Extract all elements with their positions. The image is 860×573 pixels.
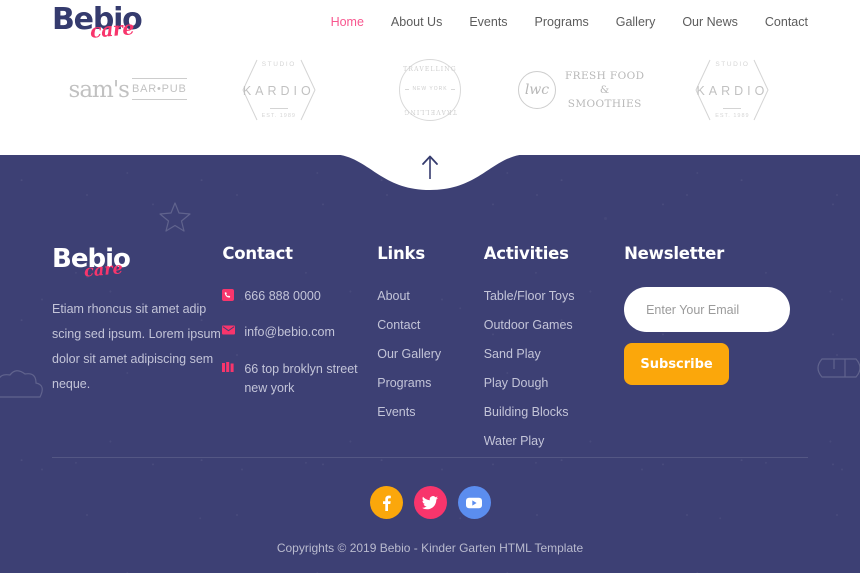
brand-logo-new-york-badge[interactable]: TRAVELLING NEW YORK TRAVELLING [354,59,505,121]
brand-kardio-name-1: KARDIO [242,84,315,98]
footer-social-links [0,486,860,519]
nav-item-events[interactable]: Events [469,15,507,29]
map-marker-icon [222,360,235,373]
footer-newsletter-title: Newsletter [624,244,725,263]
list-item[interactable]: Programs [377,374,483,392]
nav-item-gallery[interactable]: Gallery [616,15,656,29]
list-item[interactable]: Table/Floor Toys [484,287,624,305]
footer-column-newsletter: Newsletter Subscribe [624,244,808,461]
footer-about-text: Etiam rhoncus sit amet adip scing sed ip… [52,302,221,391]
brand-fresh-line1: FRESH FOOD [564,69,645,82]
footer-contact-email[interactable]: info@bebio.com [222,323,377,342]
footer-contact-address[interactable]: 66 top broklyn street new york [222,360,377,399]
list-item[interactable]: Sand Play [484,345,624,363]
footer-link-contact[interactable]: Contact [377,318,420,332]
envelope-icon [222,323,236,335]
scroll-to-top-button[interactable] [0,154,860,180]
footer-link-programs[interactable]: Programs [377,376,431,390]
footer-divider [52,457,808,458]
footer-link-events[interactable]: Events [377,405,415,419]
footer-copyright: Copyrights © 2019 Bebio - Kinder Garten … [276,541,584,555]
main-navigation: Home About Us Events Programs Gallery Ou… [331,15,808,29]
nav-item-home[interactable]: Home [331,15,364,29]
footer-activity-water-play[interactable]: Water Play [484,434,545,448]
footer-links-list: About Contact Our Gallery Programs Event… [377,287,483,421]
list-item[interactable]: Outdoor Games [484,316,624,334]
list-item[interactable]: Play Dough [484,374,624,392]
list-item[interactable]: Water Play [484,432,624,450]
twitter-bird-icon [422,495,438,509]
social-link-facebook[interactable] [369,486,403,519]
newsletter-email-input[interactable] [624,287,791,332]
brand-ny-rule-left [405,88,410,90]
brand-fresh-line2: & [599,83,610,96]
brand-ny-top: TRAVELLING [403,66,457,73]
brand-ny-mid: NEW YORK [412,86,448,92]
brand-kardio-rule-2 [723,108,742,109]
footer-contact-email-text: info@bebio.com [244,325,335,340]
social-link-twitter[interactable] [413,486,447,519]
nav-item-contact[interactable]: Contact [765,15,808,29]
footer-logo-sub: care [83,258,124,281]
facebook-icon [382,495,391,511]
list-item[interactable]: About [377,287,483,305]
site-header: Bebio care Home About Us Events Programs… [0,0,860,43]
brand-kardio-top-2: STUDIO [715,61,750,68]
brand-sams-name: sam's [68,77,130,103]
list-item[interactable]: Events [377,403,483,421]
brand-ny-bottom: TRAVELLING [403,108,457,115]
site-footer: Bebio care Etiam rhoncus sit amet adip s… [0,155,860,573]
footer-link-about[interactable]: About [377,289,410,303]
footer-contact-title: Contact [222,244,293,263]
footer-activity-play-dough[interactable]: Play Dough [484,376,549,390]
footer-column-about: Bebio care Etiam rhoncus sit amet adip s… [52,244,222,461]
phone-icon [222,287,235,301]
brand-logo-fresh-food-smoothies[interactable]: lwc FRESH FOOD & SMOOTHIES [506,69,657,112]
footer-column-contact: Contact 666 888 0000 info@bebio.com 66 t… [222,244,377,461]
brand-kardio-top-1: STUDIO [261,61,296,68]
brand-logo-kardio-1[interactable]: STUDIO KARDIO EST. 1989 [203,58,354,122]
footer-column-links: Links About Contact Our Gallery Programs… [377,244,483,461]
footer-contact-address-text: 66 top broklyn street new york [244,361,358,396]
footer-contact-phone[interactable]: 666 888 0000 [222,287,377,306]
footer-links-title: Links [377,244,425,263]
brand-kardio-est-1: EST. 1989 [261,113,296,119]
footer-activities-list: Table/Floor Toys Outdoor Games Sand Play… [484,287,624,450]
list-item[interactable]: Building Blocks [484,403,624,421]
brand-logo-kardio-2[interactable]: STUDIO KARDIO EST. 1989 [657,58,808,122]
nav-item-about-us[interactable]: About Us [391,15,442,29]
footer-logo[interactable]: Bebio care [52,244,222,281]
social-link-youtube[interactable] [457,486,491,519]
newsletter-subscribe-button[interactable]: Subscribe [624,343,730,385]
brand-logo-sams-bar-pub[interactable]: sam's BAR•PUB [52,78,203,102]
brand-fresh-monogram: lwc [517,70,556,109]
brand-ny-rule-right [450,88,456,90]
footer-activity-outdoor-games[interactable]: Outdoor Games [484,318,573,332]
footer-activities-title: Activities [483,244,569,263]
footer-contact-phone-text: 666 888 0000 [244,289,321,303]
arrow-up-icon [422,155,438,179]
site-logo[interactable]: Bebio care [52,0,162,43]
footer-column-activities: Activities Table/Floor Toys Outdoor Game… [484,244,624,461]
footer-activity-table-floor-toys[interactable]: Table/Floor Toys [484,289,575,303]
list-item[interactable]: Our Gallery [377,345,483,363]
brand-sams-rule-top [131,78,187,79]
nav-item-programs[interactable]: Programs [535,15,589,29]
footer-link-our-gallery[interactable]: Our Gallery [377,347,441,361]
footer-activity-sand-play[interactable]: Sand Play [484,347,541,361]
brand-kardio-name-2: KARDIO [696,84,769,98]
partner-logos-strip: sam's BAR•PUB STUDIO KARDIO EST. 1989 TR… [0,35,860,145]
list-item[interactable]: Contact [377,316,483,334]
footer-activity-building-blocks[interactable]: Building Blocks [484,405,569,419]
youtube-icon [466,497,482,508]
brand-sams-tag: BAR•PUB [131,83,187,95]
brand-fresh-line3: SMOOTHIES [567,98,642,111]
brand-sams-rule-bottom [131,99,187,100]
nav-item-our-news[interactable]: Our News [682,15,738,29]
brand-kardio-est-2: EST. 1989 [715,113,750,119]
logo-text-sub: care [89,17,135,43]
brand-kardio-rule-1 [269,108,288,109]
